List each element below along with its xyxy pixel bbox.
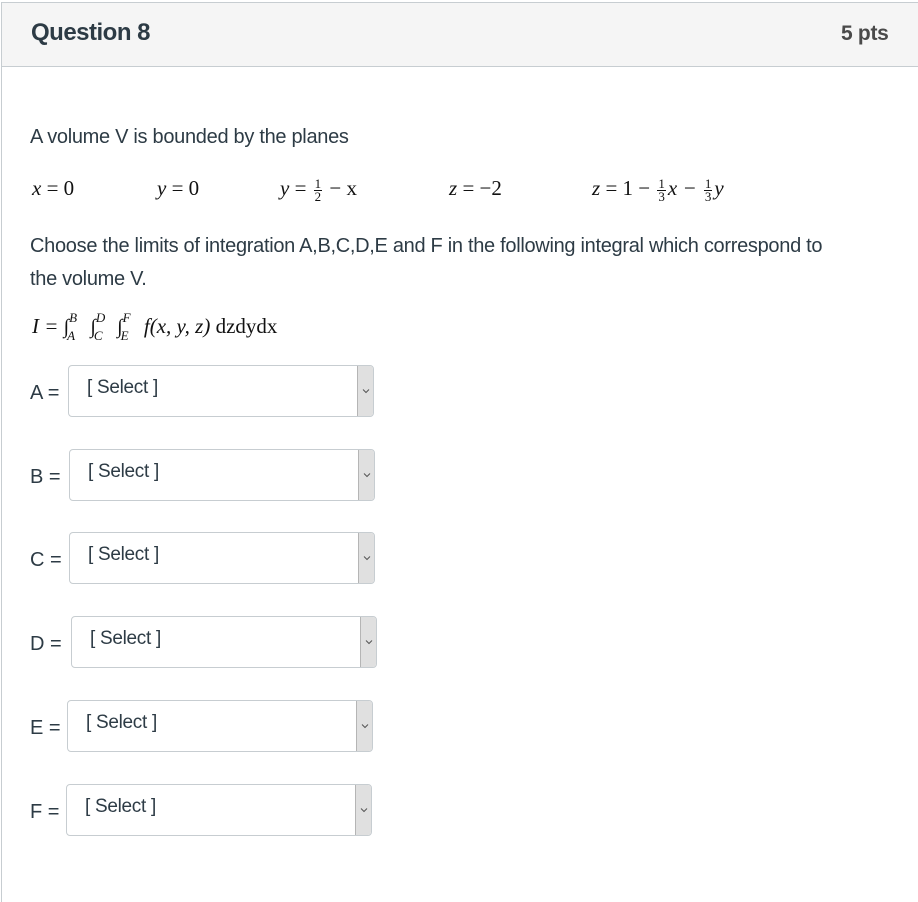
question-title: Question 8	[31, 19, 151, 46]
limit-select-d[interactable]: [ Select ]	[71, 616, 377, 668]
chevron-down-icon[interactable]	[356, 701, 372, 751]
integral-limits: FE	[120, 310, 131, 344]
integrand: f(x, y, z)	[143, 314, 211, 338]
select-value: [ Select ]	[88, 544, 159, 565]
select-value: [ Select ]	[87, 377, 158, 398]
question-prompt: Choose the limits of integration A,B,C,D…	[30, 235, 823, 290]
limit-select-a[interactable]: [ Select ]	[68, 365, 374, 417]
chevron-down-icon[interactable]	[358, 533, 374, 583]
limit-label: E =	[30, 717, 61, 739]
fraction: 13	[703, 175, 713, 204]
plane-equation-2: y = 0	[157, 176, 200, 200]
limit-label: A =	[30, 382, 60, 404]
limit-label: B =	[30, 466, 61, 488]
intro-text: A volume V is bounded by the planes	[30, 126, 349, 148]
plane-equation-3: y = 12 − x	[280, 175, 358, 204]
fraction: 12	[313, 175, 323, 204]
question-points: 5 pts	[841, 22, 889, 45]
integral-expression: I = ∫ B A ∫ D C ∫ F E f(x, y, z) dzdydx	[32, 310, 278, 344]
integral-lhs: I =	[32, 314, 59, 338]
chevron-down-icon[interactable]	[358, 450, 374, 500]
chevron-down-icon[interactable]	[357, 366, 373, 416]
chevron-down-icon[interactable]	[360, 617, 376, 667]
fraction: 13	[657, 175, 666, 204]
select-value: [ Select ]	[86, 712, 157, 733]
integral-limits: BA	[67, 310, 78, 344]
select-value: [ Select ]	[90, 628, 161, 649]
integral-limits: DC	[93, 310, 106, 344]
chevron-down-icon[interactable]	[355, 785, 371, 835]
limit-select-b[interactable]: [ Select ]	[69, 449, 375, 501]
plane-equation-5: z = 1 − 13x − 13y	[592, 175, 724, 204]
differentials: dzdydx	[215, 314, 278, 338]
limit-select-e[interactable]: [ Select ]	[67, 700, 373, 752]
limit-label: D =	[30, 633, 62, 655]
limit-label: F =	[30, 801, 60, 823]
limit-select-c[interactable]: [ Select ]	[69, 532, 375, 584]
limit-select-f[interactable]: [ Select ]	[66, 784, 372, 836]
select-value: [ Select ]	[85, 796, 156, 817]
plane-equation-1: x = 0	[32, 176, 75, 200]
limit-label: C =	[30, 549, 62, 571]
select-value: [ Select ]	[88, 461, 159, 482]
plane-equation-4: z = −2	[449, 176, 502, 200]
question-header: Question 8 5 pts	[2, 3, 918, 67]
